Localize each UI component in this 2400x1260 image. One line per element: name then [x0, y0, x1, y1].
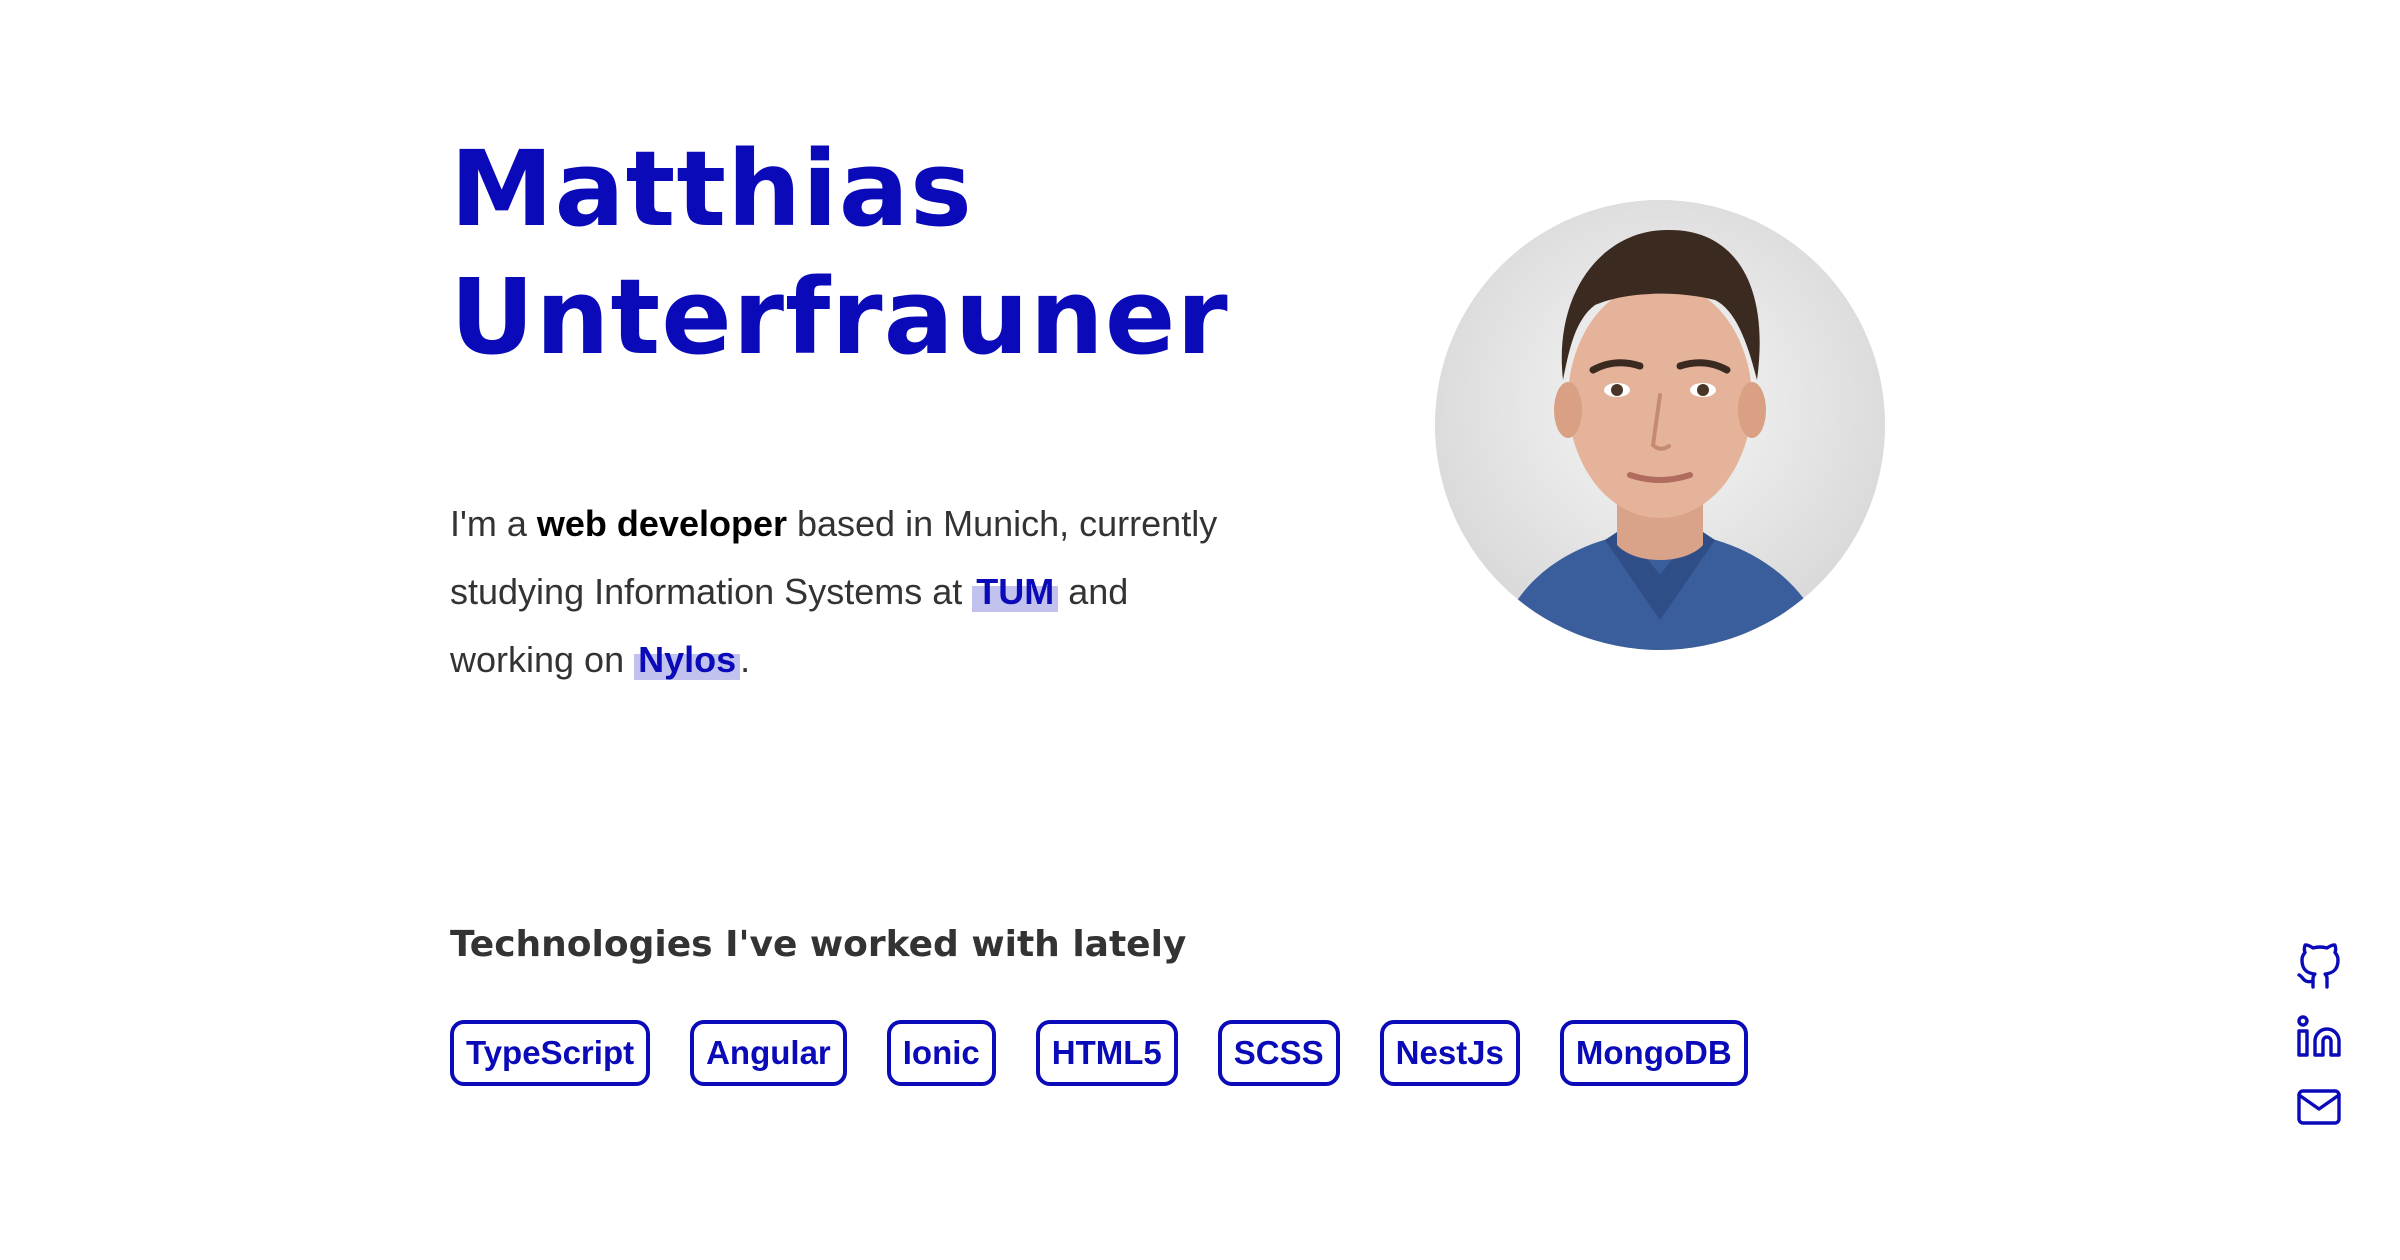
technologies-heading: Technologies I've worked with lately — [450, 924, 1187, 965]
tag-scss: SCSS — [1217, 1020, 1340, 1086]
name-first: Matthias — [450, 128, 973, 250]
linkedin-icon — [2297, 1015, 2341, 1057]
tag-nestjs: NestJs — [1379, 1020, 1520, 1086]
page: Matthias Unterfrauner I'm a web develope… — [0, 0, 2400, 1260]
mail-icon — [2297, 1089, 2341, 1125]
name-last: Unterfrauner — [450, 256, 1229, 378]
avatar — [1435, 200, 1885, 650]
github-link[interactable] — [2295, 943, 2343, 991]
intro-part-1: I'm a — [450, 503, 537, 544]
tag-typescript: TypeScript — [450, 1020, 651, 1086]
email-link[interactable] — [2295, 1083, 2343, 1131]
portrait-illustration — [1435, 200, 1885, 650]
github-icon — [2297, 943, 2340, 989]
intro-role: web developer — [536, 503, 787, 544]
nylos-link[interactable]: Nylos — [634, 639, 741, 680]
tag-mongodb: MongoDB — [1559, 1020, 1748, 1086]
tum-link[interactable]: TUM — [972, 571, 1059, 612]
technology-tags: TypeScript Angular Ionic HTML5 SCSS Nest… — [450, 1020, 1748, 1086]
tag-angular: Angular — [690, 1020, 847, 1086]
intro-part-4: . — [740, 639, 751, 680]
tag-html5: HTML5 — [1035, 1020, 1178, 1086]
social-links — [2295, 943, 2343, 1131]
tag-ionic: Ionic — [886, 1020, 996, 1086]
intro-text: I'm a web developer based in Munich, cur… — [450, 490, 1250, 694]
linkedin-link[interactable] — [2295, 1013, 2343, 1061]
page-title: Matthias Unterfrauner — [450, 125, 1229, 381]
